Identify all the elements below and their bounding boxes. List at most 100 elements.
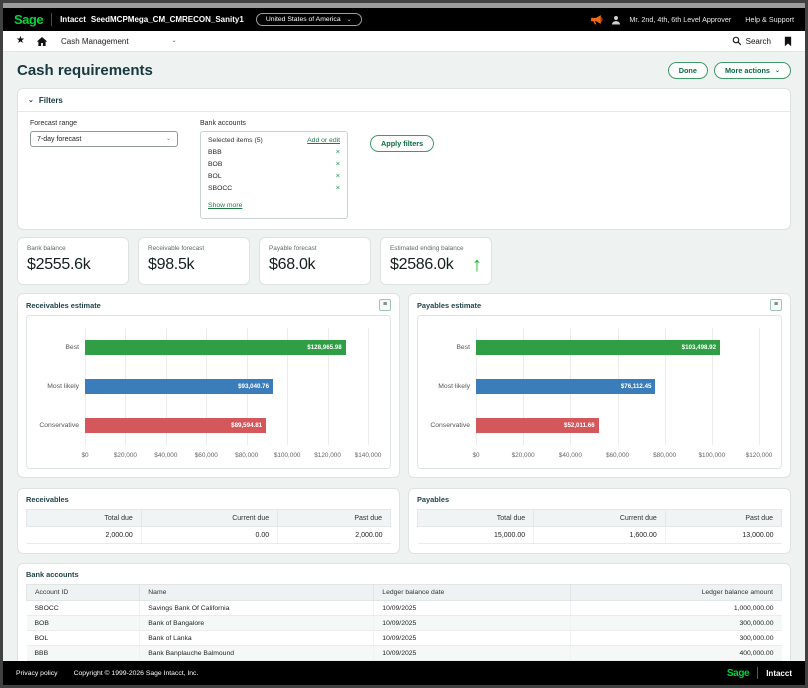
home-icon[interactable] — [36, 36, 48, 47]
receivables-chart-area: Best$128,965.98Most likely$93,040.76Cons… — [85, 328, 368, 463]
selected-bank-accounts-box: Selected items (5) Add or edit BBB×BOB×B… — [200, 131, 348, 219]
chevron-down-icon: ⌄ — [775, 69, 780, 73]
selected-item-label: BBB — [208, 149, 222, 156]
help-support-link[interactable]: Help & Support — [745, 15, 794, 24]
remove-item-icon[interactable]: × — [336, 185, 340, 191]
forecast-range-label: Forecast range — [30, 120, 178, 127]
x-axis-tick-label: $20,000 — [114, 452, 137, 459]
column-header: Account ID — [27, 585, 140, 601]
x-axis-tick-label: $60,000 — [195, 452, 218, 459]
company-name: SeedMCPMega_CM_CMRECON_Sanity1 — [91, 15, 244, 24]
user-name[interactable]: Mr. 2nd, 4th, 6th Level Approver — [629, 15, 731, 24]
kpi-value-row: $68.0k — [269, 256, 361, 274]
column-header: Current due — [141, 510, 277, 527]
bookmark-icon[interactable] — [784, 36, 792, 47]
bar-value-label: $89,594.81 — [231, 422, 266, 429]
chart-bar[interactable]: $128,965.98 — [85, 340, 346, 355]
x-axis: $0$20,000$40,000$60,000$80,000$100,000$1… — [85, 450, 368, 463]
table-row: 15,000.001,600.0013,000.00 — [418, 527, 782, 544]
done-button[interactable]: Done — [668, 62, 708, 79]
remove-item-icon[interactable]: × — [336, 161, 340, 167]
filters-collapse-toggle[interactable]: ⌄ Filters — [18, 89, 790, 112]
table-cell: 1,000,000.00 — [570, 601, 781, 616]
table-cell: 2,000.00 — [27, 527, 142, 544]
column-header: Past due — [278, 510, 391, 527]
entity-selector[interactable]: United States of America ⌄ — [256, 13, 362, 26]
table-row: SBOCCSavings Bank Of California10/09/202… — [27, 601, 782, 616]
remove-item-icon[interactable]: × — [336, 173, 340, 179]
x-axis-tick-label: $100,000 — [274, 452, 301, 459]
favorite-star-icon[interactable]: ★ — [16, 36, 25, 46]
category-label: Most likely — [29, 383, 79, 390]
bar-value-label: $128,965.98 — [307, 344, 345, 351]
kpi-value: $98.5k — [148, 256, 194, 274]
bar-value-label: $103,498.92 — [682, 344, 720, 351]
table-row: BOBBank of Bangalore10/09/2025300,000.00 — [27, 616, 782, 631]
receivables-estimate-card: Receivables estimate ≡ Best$128,965.98Mo… — [17, 293, 400, 478]
user-avatar-icon[interactable] — [611, 15, 621, 25]
selected-item-label: BOL — [208, 173, 222, 180]
page-actions: Done More actions ⌄ — [668, 62, 791, 79]
chart-bar[interactable]: $76,112.45 — [476, 379, 655, 394]
forecast-range-value: 7-day forecast — [37, 136, 81, 143]
announcements-megaphone-icon[interactable] — [590, 14, 603, 25]
kpi-card: Payable forecast$68.0k — [259, 237, 371, 285]
column-header: Name — [140, 585, 374, 601]
chart-bar[interactable]: $93,040.76 — [85, 379, 273, 394]
show-more-link[interactable]: Show more — [208, 202, 242, 209]
selected-items-list: BBB×BOB×BOL×SBOCC× — [208, 146, 340, 194]
forecast-range-select[interactable]: 7-day forecast ⌄ — [30, 131, 178, 147]
kpi-card: Bank balance$2555.6k — [17, 237, 129, 285]
table-cell: Bank Banplauche Balmound — [140, 646, 374, 661]
table-cell: 1,600.00 — [534, 527, 666, 544]
selected-item: SBOCC × — [208, 182, 340, 194]
table-cell: 10/09/2025 — [374, 601, 570, 616]
chart-grid-area: Best$103,498.92Most likely$76,112.45Cons… — [476, 328, 759, 445]
category-label: Best — [29, 344, 79, 351]
bar-value-label: $76,112.45 — [621, 383, 656, 390]
privacy-policy-link[interactable]: Privacy policy — [16, 670, 58, 677]
chart-menu-icon[interactable]: ≡ — [770, 299, 782, 311]
category-label: Best — [420, 344, 470, 351]
chevron-down-icon: ⌄ — [28, 98, 34, 103]
chart-row: Conservative$89,594.81 — [85, 406, 368, 445]
filters-panel: ⌄ Filters Forecast range 7-day forecast … — [17, 88, 791, 230]
chart-panel: Best $103,498.92 Most likely$76,112.45 Cons… — [417, 315, 782, 469]
table-cell: Bank of Lanka — [140, 631, 374, 646]
chart-row: Most likely$76,112.45 — [476, 367, 759, 406]
x-axis-tick-label: $20,000 — [512, 452, 535, 459]
kpi-value-row: $98.5k — [148, 256, 240, 274]
chart-bar[interactable]: $52,011.66 — [476, 418, 599, 433]
chevron-down-icon: ⌄ — [166, 137, 171, 141]
page-title-row: Cash requirements Done More actions ⌄ — [3, 52, 805, 88]
apply-filters-button[interactable]: Apply filters — [370, 135, 434, 152]
category-label: Conservative — [29, 422, 79, 429]
copyright-text: Copyright © 1999-2026 Sage Intacct, Inc. — [74, 670, 199, 677]
search-label: Search — [746, 37, 771, 46]
column-header: Current due — [534, 510, 666, 527]
table-row: BBBBank Banplauche Balmound10/09/2025400… — [27, 646, 782, 661]
selected-item-label: SBOCC — [208, 185, 232, 192]
selected-item: BOB× — [208, 158, 340, 170]
remove-item-icon[interactable]: × — [336, 149, 340, 155]
table-cell: BOL — [27, 631, 140, 646]
more-actions-button[interactable]: More actions ⌄ — [714, 62, 791, 79]
add-or-edit-link[interactable]: Add or edit — [307, 137, 340, 144]
table-cell: 10/09/2025 — [374, 631, 570, 646]
chart-bar[interactable]: $103,498.92 — [476, 340, 720, 355]
search-button[interactable]: Search — [732, 36, 771, 46]
module-menu[interactable]: Cash Management — [61, 37, 129, 46]
table-cell: SBOCC — [27, 601, 140, 616]
column-header: Ledger balance amount — [570, 585, 781, 601]
bar-value-label: $52,011.66 — [564, 422, 599, 429]
chart-grid-area: Best$128,965.98Most likely$93,040.76Cons… — [85, 328, 368, 445]
charts-row: Receivables estimate ≡ Best$128,965.98Mo… — [17, 293, 791, 478]
top-header-bar: Sage Intacct SeedMCPMega_CM_CMRECON_Sani… — [3, 8, 805, 31]
category-label: Conservative — [420, 422, 470, 429]
chart-bar[interactable]: $89,594.81 — [85, 418, 266, 433]
chart-menu-icon[interactable]: ≡ — [379, 299, 391, 311]
module-chevron-down-icon[interactable]: ⌄ — [172, 39, 177, 43]
filters-body: Forecast range 7-day forecast ⌄ Bank acc… — [18, 112, 790, 219]
table-cell: 15,000.00 — [418, 527, 534, 544]
selected-items-count: Selected items (5) — [208, 137, 263, 144]
